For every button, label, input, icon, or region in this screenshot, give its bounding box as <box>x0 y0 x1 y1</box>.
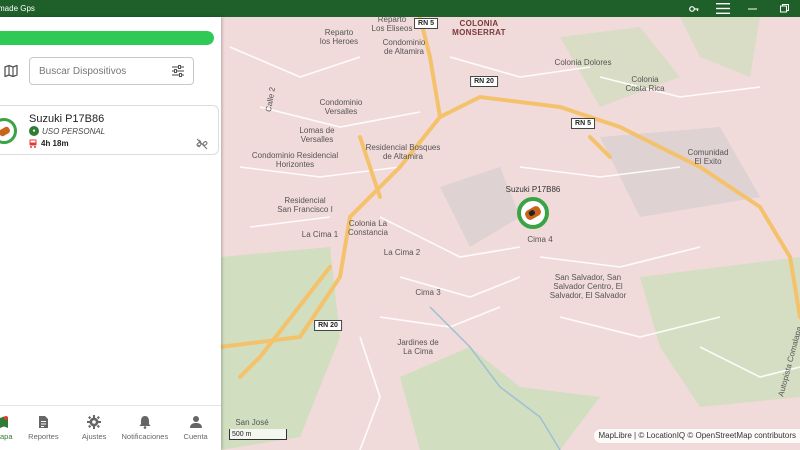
map-scale: 500 m <box>229 429 287 440</box>
progress-bar-fill <box>0 31 214 45</box>
devices-panel: Suzuki P17B86 ● USO PERSONAL 4h 18m apa … <box>0 17 221 450</box>
car-icon <box>0 125 11 137</box>
map-label-reparto-eliseos: Reparto Los Eliseos <box>371 17 413 33</box>
map-attribution[interactable]: MapLibre | © LocationIQ © OpenStreetMap … <box>594 429 800 443</box>
usage-text: USO PERSONAL <box>42 126 106 136</box>
road-shield-rn5: RN 5 <box>414 18 438 29</box>
map-label-bosques: Residencial Bosques de Altamira <box>365 143 441 161</box>
nav-label-notificaciones: Notificaciones <box>121 432 169 441</box>
map-label-san-jose: San José <box>235 418 269 427</box>
device-list-item[interactable]: Suzuki P17B86 ● USO PERSONAL 4h 18m <box>0 105 219 155</box>
map-icon[interactable] <box>2 62 20 80</box>
map-label-reparto-heroes: Reparto los Heroes <box>319 28 359 46</box>
menu-icon[interactable] <box>710 0 736 17</box>
nav-item-cuenta[interactable]: Cuenta <box>170 406 221 450</box>
road-shield-rn5-east: RN 5 <box>571 118 595 129</box>
nav-label-mapa: apa <box>0 432 13 441</box>
nav-label-reportes: Reportes <box>28 432 59 441</box>
map-label-monserrat: COLONIA MONSERRAT <box>452 19 506 37</box>
nav-item-mapa[interactable]: apa <box>0 406 18 450</box>
bottom-navigation: apa Reportes Ajustes Notificaciones Cuen… <box>0 405 221 450</box>
map-label-cima-4: Cima 4 <box>527 235 553 244</box>
car-icon <box>523 204 543 222</box>
map-label-horizontes: Condominio Residencial Horizontes <box>251 151 339 169</box>
restore-button[interactable] <box>768 0 800 17</box>
road-shield-rn20: RN 20 <box>470 76 498 87</box>
progress-bar <box>0 31 214 45</box>
map-label-jardines: Jardines de La Cima <box>397 338 439 356</box>
link-off-icon[interactable] <box>196 138 208 150</box>
device-name: Suzuki P17B86 <box>29 113 105 125</box>
document-icon <box>39 416 49 428</box>
nav-label-ajustes: Ajustes <box>81 432 107 441</box>
duration-text: 4h 18m <box>41 139 69 148</box>
title-bar: made Gps <box>0 0 800 17</box>
usage-badge-icon: ● <box>29 126 39 136</box>
device-avatar <box>0 118 17 144</box>
nav-item-ajustes[interactable]: Ajustes <box>69 406 120 450</box>
gear-icon <box>87 415 102 429</box>
vehicle-marker-label: Suzuki P17B86 <box>505 185 561 194</box>
nav-item-reportes[interactable]: Reportes <box>18 406 69 450</box>
map-label-san-salvador: San Salvador, San Salvador Centro, El Salv… <box>549 273 627 300</box>
map-label-altamira: Condominio de Altamira <box>382 38 426 56</box>
nav-label-cuenta: Cuenta <box>183 432 208 441</box>
nav-item-notificaciones[interactable]: Notificaciones <box>120 406 171 450</box>
vehicle-marker[interactable] <box>517 197 549 229</box>
device-usage: ● USO PERSONAL <box>29 126 105 136</box>
map-label-san-francisco: Residencial San Francisco I <box>277 196 333 214</box>
map-label-costa-rica: Colonia Costa Rica <box>625 75 665 93</box>
filter-icon[interactable] <box>172 65 184 77</box>
bell-icon <box>139 416 151 429</box>
window-title: made Gps <box>0 4 35 13</box>
map-label-la-cima-1: La Cima 1 <box>301 230 339 239</box>
map-icon <box>0 416 8 428</box>
map-label-la-cima-2: La Cima 2 <box>383 248 421 257</box>
minimize-button[interactable] <box>736 0 768 17</box>
search-input[interactable] <box>39 65 159 77</box>
map-label-dolores: Colonia Dolores <box>554 58 612 67</box>
map-label-lomas: Lomas de Versalles <box>299 126 335 144</box>
person-icon <box>189 416 202 428</box>
map-label-cima-3: Cima 3 <box>415 288 441 297</box>
search-box[interactable] <box>29 57 194 85</box>
vehicle-status-icon <box>29 139 37 148</box>
device-duration: 4h 18m <box>29 139 69 148</box>
key-icon[interactable] <box>678 0 710 17</box>
map-label-la-constancia: Colonia La Constancia <box>347 219 389 237</box>
road-shield-rn20-south: RN 20 <box>314 320 342 331</box>
map-label-versalles: Condominio Versalles <box>319 98 363 116</box>
map-label-comunidad: Comunidad El Exito <box>687 148 729 166</box>
